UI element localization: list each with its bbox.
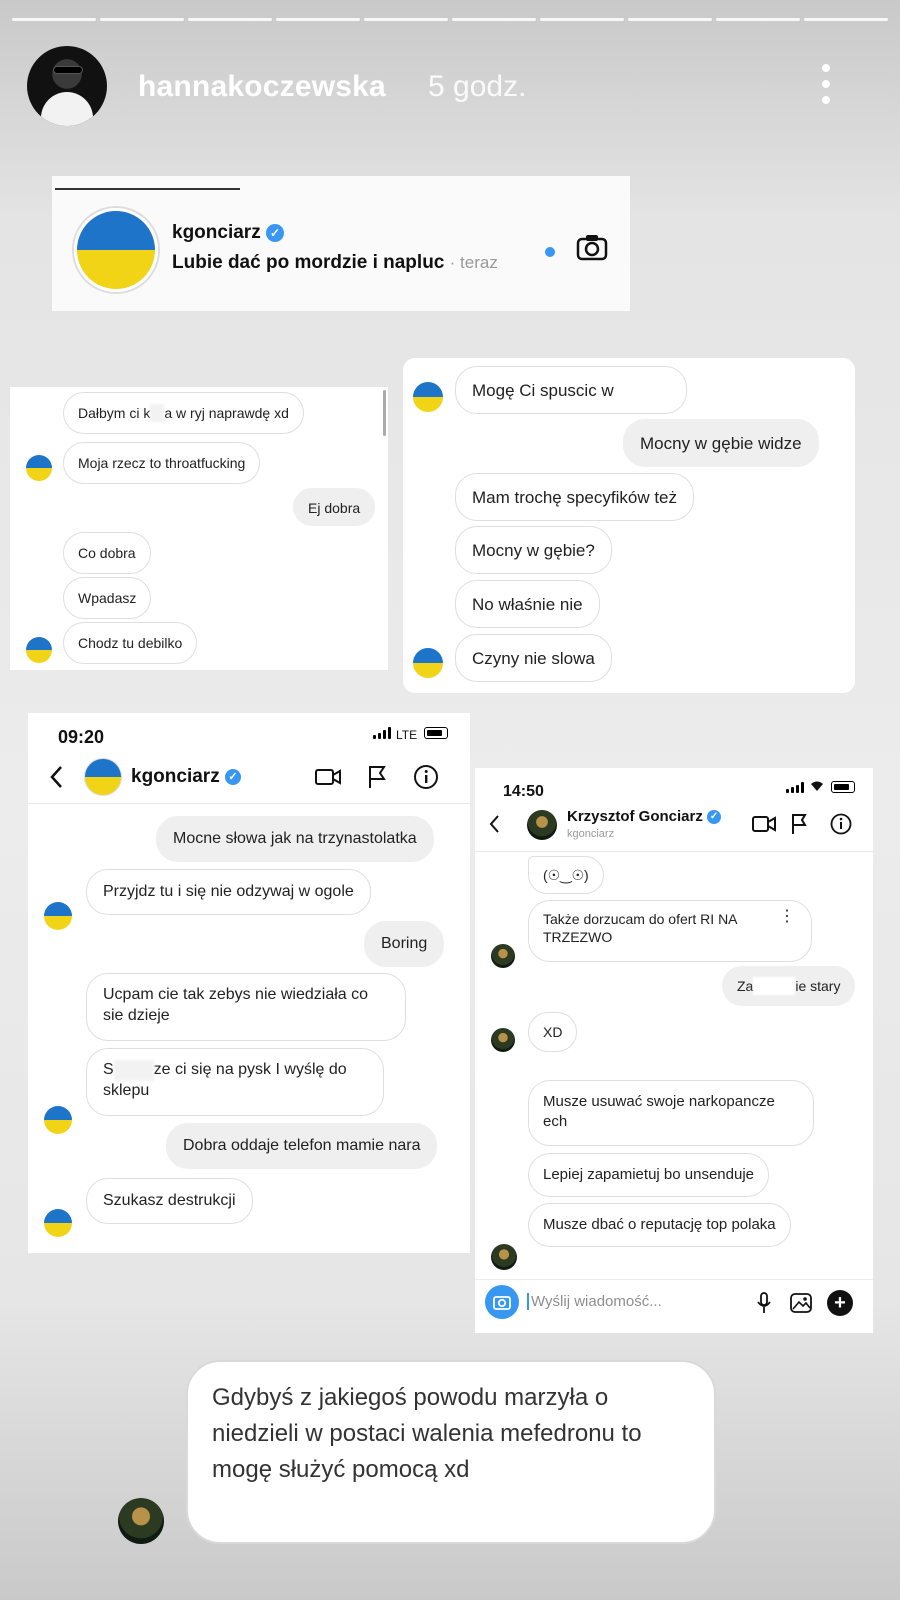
story-timestamp: 5 godz. bbox=[428, 70, 527, 103]
signal-icon bbox=[786, 782, 804, 793]
story-avatar[interactable] bbox=[27, 46, 107, 126]
sender-avatar bbox=[44, 1106, 72, 1134]
message-bubble: Czyny nie slowa bbox=[455, 634, 612, 682]
message-bubble: (☉‿☉) bbox=[528, 856, 604, 894]
notification-username: kgonciarz bbox=[172, 222, 261, 243]
info-icon[interactable] bbox=[829, 812, 853, 836]
network-label: LTE bbox=[396, 728, 418, 742]
chat-screenshot-right: Mogę Ci spuscic w Mocny w gębie widze Ma… bbox=[403, 358, 855, 693]
chat-screenshot-left: Dałbym ci kxxa w ryj naprawdę xd Moja rz… bbox=[10, 387, 388, 670]
add-icon[interactable]: + bbox=[827, 1290, 853, 1316]
signal-icon bbox=[373, 727, 391, 739]
message-bubble: Mocny w gębie? bbox=[455, 526, 612, 574]
story-progress-bar bbox=[12, 18, 888, 21]
message-bubble: Mam trochę specyfików też bbox=[455, 473, 695, 521]
message-bubble: Lepiej zapamietuj bo unsenduje bbox=[528, 1153, 769, 1197]
message-bubble: Sxxxxxze ci się na pysk I wyślę do sklep… bbox=[86, 1048, 384, 1116]
message-bubble: Przyjdz tu i się nie odzywaj w ogole bbox=[86, 869, 371, 915]
status-time: 09:20 bbox=[58, 727, 105, 747]
sender-avatar bbox=[413, 382, 443, 412]
flag-icon[interactable] bbox=[364, 763, 390, 791]
message-bubble: Mogę Ci spuscic w bbox=[455, 366, 687, 414]
sender-avatar bbox=[44, 902, 72, 930]
video-call-icon[interactable] bbox=[313, 763, 343, 791]
sender-avatar bbox=[491, 1244, 517, 1270]
message-bubble-own: Boring bbox=[364, 921, 445, 967]
notification-screenshot: kgonciarz ✓ Lubie dać po mordzie i naplu… bbox=[52, 176, 630, 311]
message-bubble: Musze usuwać swoje narkopancze ech bbox=[528, 1080, 814, 1146]
sender-avatar bbox=[118, 1498, 164, 1544]
battery-icon bbox=[424, 727, 448, 739]
notification-time: · teraz bbox=[449, 253, 498, 272]
message-bubble: Ucpam cie tak zebys nie wiedziała co sie… bbox=[86, 973, 406, 1041]
sender-avatar bbox=[26, 455, 52, 481]
message-bubble: Wpadasz bbox=[63, 577, 152, 619]
sender-avatar bbox=[44, 1209, 72, 1237]
more-options-icon[interactable] bbox=[818, 64, 834, 104]
verified-icon: ✓ bbox=[707, 810, 722, 825]
camera-icon[interactable] bbox=[574, 231, 610, 263]
message-bubble: No właśnie nie bbox=[455, 580, 600, 628]
message-bubble-own: Dobra oddaje telefon mamie nara bbox=[166, 1123, 438, 1169]
flag-icon[interactable] bbox=[789, 812, 809, 836]
chat-handle: kgonciarz bbox=[567, 828, 615, 840]
sender-avatar bbox=[491, 1028, 515, 1052]
back-icon[interactable] bbox=[483, 812, 505, 836]
chat-username[interactable]: kgonciarz bbox=[131, 766, 220, 787]
verified-icon: ✓ bbox=[224, 768, 241, 785]
message-bubble-own: Zaxxxxxxie stary bbox=[722, 966, 856, 1006]
gallery-icon[interactable] bbox=[788, 1290, 814, 1316]
status-time: 14:50 bbox=[503, 783, 544, 800]
message-bubble-own: Ej dobra bbox=[293, 488, 376, 526]
message-bubble: XD bbox=[528, 1012, 578, 1052]
message-input[interactable]: Wyślij wiadomość... bbox=[527, 1293, 662, 1310]
camera-icon[interactable] bbox=[485, 1285, 519, 1319]
message-bubble: Dałbym ci kxxa w ryj naprawdę xd bbox=[63, 392, 304, 434]
phone-screenshot-left: 09:20 LTE kgonciarz ✓ Mocne słowa jak na… bbox=[28, 713, 470, 1253]
sender-avatar bbox=[491, 944, 515, 968]
message-bubble-own: Mocne słowa jak na trzynastolatka bbox=[156, 816, 434, 862]
message-bubble: Także dorzucam do ofert RI NA TRZEZWO ⋮ bbox=[528, 900, 812, 962]
story-username[interactable]: hannakoczewska bbox=[138, 70, 386, 104]
wifi-icon bbox=[808, 778, 826, 794]
video-call-icon[interactable] bbox=[751, 812, 777, 836]
notification-avatar bbox=[74, 208, 158, 292]
message-bubble: Szukasz destrukcji bbox=[86, 1178, 253, 1224]
info-icon[interactable] bbox=[412, 763, 440, 791]
phone-screenshot-right: 14:50 Krzysztof Gonciarz ✓ kgonciarz (☉‿… bbox=[475, 768, 873, 1333]
sender-avatar bbox=[26, 637, 52, 663]
message-bubble: Chodz tu debilko bbox=[63, 622, 198, 664]
chat-avatar[interactable] bbox=[527, 810, 557, 840]
chat-avatar[interactable] bbox=[84, 758, 122, 796]
verified-icon: ✓ bbox=[265, 223, 284, 242]
message-composer: Wyślij wiadomość... + bbox=[475, 1279, 873, 1325]
message-bubble-large: Gdybyś z jakiegoś powodu marzyła o niedz… bbox=[186, 1360, 716, 1544]
message-bubble-own: Mocny w gębie widze bbox=[623, 419, 819, 467]
sender-avatar bbox=[413, 648, 443, 678]
notification-message: Lubie dać po mordzie i napluc bbox=[172, 252, 445, 273]
message-bubble: Moja rzecz to throatfucking bbox=[63, 442, 261, 484]
message-bubble: Musze dbać o reputację top polaka bbox=[528, 1203, 791, 1247]
chat-display-name[interactable]: Krzysztof Gonciarz bbox=[567, 808, 703, 825]
message-bubble: Co dobra bbox=[63, 532, 151, 574]
unread-dot-icon bbox=[545, 247, 555, 257]
battery-icon bbox=[831, 781, 855, 793]
microphone-icon[interactable] bbox=[753, 1290, 775, 1316]
back-icon[interactable] bbox=[42, 763, 70, 791]
more-icon[interactable]: ⋮ bbox=[779, 909, 795, 925]
